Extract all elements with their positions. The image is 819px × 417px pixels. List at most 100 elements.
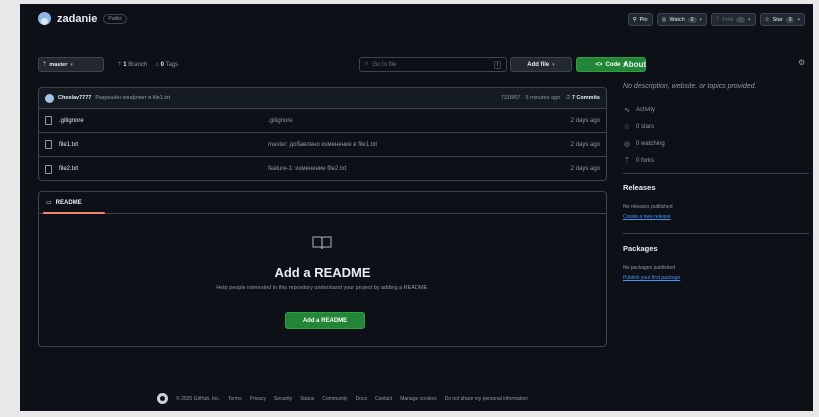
repo-actions: ⚲ Pin ◎ Watch 0 ▾ ᛘ Fork 0 ▾ ☆ Star 0 ▾ xyxy=(627,13,805,26)
tab-underline xyxy=(43,212,105,214)
github-logo-icon[interactable] xyxy=(157,393,168,404)
footer-link-terms[interactable]: Terms xyxy=(228,396,242,402)
file-commit-message[interactable]: feature-1: изменение file2.txt xyxy=(268,166,571,172)
tag-label: Tags xyxy=(165,61,179,68)
file-name[interactable]: .gitignore xyxy=(59,118,268,124)
readme-subtitle: Help people interested in this repositor… xyxy=(216,285,429,291)
latest-commit-row: Cheslav7777 Разрешён конфликт в file1.tx… xyxy=(39,88,606,109)
footer-link-contact[interactable]: Contact xyxy=(375,396,392,402)
footer-link-security[interactable]: Security xyxy=(274,396,292,402)
about-description: No description, website, or topics provi… xyxy=(623,83,757,90)
fork-icon: ᛘ xyxy=(716,16,720,23)
about-stats: ∿ Activity ☆ 0 stars ◎ 0 watching ᛘ 0 forks xyxy=(623,101,665,169)
branch-name: master xyxy=(49,61,68,68)
readme-tab-label: README xyxy=(55,199,82,206)
repo-name[interactable]: zadanie xyxy=(57,13,97,25)
file-list: Cheslav7777 Разрешён конфликт в file1.tx… xyxy=(38,87,607,181)
readme-title: Add a README xyxy=(274,265,371,280)
footer-link-status[interactable]: Status xyxy=(300,396,314,402)
star-icon: ☆ xyxy=(764,16,770,23)
footer-link-community[interactable]: Community xyxy=(322,396,347,402)
eye-icon: ◎ xyxy=(623,140,631,148)
file-date: 2 days ago xyxy=(570,166,600,172)
window-edge-left xyxy=(0,0,20,417)
commit-author[interactable]: Cheslav7777 xyxy=(58,95,91,101)
committer-avatar[interactable] xyxy=(45,93,54,103)
commit-meta: 7316f07 · 5 minutes ago ⏱ 7 Commits xyxy=(501,95,600,102)
tags-link[interactable]: ⌂ 0 Tags xyxy=(155,62,178,68)
star-button[interactable]: ☆ Star 0 ▾ xyxy=(759,13,805,26)
footer-link-do-not-share[interactable]: Do not share my personal information xyxy=(445,396,528,402)
publish-package-link[interactable]: Publish your first package xyxy=(623,275,680,281)
packages-heading[interactable]: Packages xyxy=(623,244,658,253)
releases-note: No releases published xyxy=(623,204,673,210)
file-icon xyxy=(45,116,52,125)
visibility-badge: Public xyxy=(103,13,127,24)
releases-heading[interactable]: Releases xyxy=(623,183,656,192)
window-edge-top xyxy=(0,0,819,4)
star-count: 0 xyxy=(785,16,795,23)
create-release-link[interactable]: Create a new release xyxy=(623,214,671,220)
sidebar-divider xyxy=(623,173,809,174)
branches-link[interactable]: ᛘ 1 Branch xyxy=(118,62,147,68)
footer-link-manage-cookies[interactable]: Manage cookies xyxy=(400,396,436,402)
file-date: 2 days ago xyxy=(570,117,600,124)
chevron-down-icon: ▾ xyxy=(699,16,703,23)
readme-tab[interactable]: ▭ README xyxy=(39,192,606,214)
add-file-button[interactable]: Add file ▾ xyxy=(510,57,572,72)
commits-link[interactable]: ⏱ 7 Commits xyxy=(566,95,600,102)
search-shortcut-key: t xyxy=(493,60,501,69)
book-icon xyxy=(312,236,332,250)
pin-button[interactable]: ⚲ Pin xyxy=(627,13,653,26)
watch-label: Watch xyxy=(669,16,685,23)
fork-label: Fork xyxy=(722,16,734,23)
footer-link-privacy[interactable]: Privacy xyxy=(250,396,266,402)
branch-select-button[interactable]: ᛘ master ▾ xyxy=(38,57,104,72)
chevron-down-icon: ▾ xyxy=(797,16,800,23)
file-date: 2 days ago xyxy=(570,141,600,148)
star-label: Star xyxy=(772,16,783,23)
fork-count: 0 xyxy=(736,16,746,23)
file-icon xyxy=(45,140,52,149)
window-edge-right xyxy=(813,0,819,417)
tag-icon: ⌂ xyxy=(155,61,159,68)
commit-hash-time[interactable]: 7316f07 · 5 minutes ago xyxy=(501,95,560,101)
chevron-down-icon: ▾ xyxy=(552,61,555,68)
file-name[interactable]: file2.txt xyxy=(59,166,268,172)
go-to-file-input[interactable]: ⌕ Go to file t xyxy=(359,57,507,72)
watching-link[interactable]: ◎ 0 watching xyxy=(623,135,665,152)
forks-link[interactable]: ᛘ 0 forks xyxy=(623,152,665,169)
branch-meta: ᛘ 1 Branch ⌂ 0 Tags xyxy=(118,57,178,72)
pin-label: Pin xyxy=(639,16,648,23)
search-placeholder: Go to file xyxy=(372,61,397,68)
owner-avatar[interactable] xyxy=(38,12,51,25)
forks-label: 0 forks xyxy=(636,157,655,164)
fork-button[interactable]: ᛘ Fork 0 ▾ xyxy=(711,13,756,26)
about-heading: About xyxy=(623,60,647,69)
stars-link[interactable]: ☆ 0 stars xyxy=(623,118,665,135)
activity-label: Activity xyxy=(636,106,656,113)
activity-link[interactable]: ∿ Activity xyxy=(623,101,665,118)
code-label: Code xyxy=(605,61,621,68)
book-icon: ▭ xyxy=(46,200,52,206)
watch-button[interactable]: ◎ Watch 0 ▾ xyxy=(656,13,708,26)
branch-label: Branch xyxy=(128,61,148,68)
commits-count: 7 Commits xyxy=(571,94,600,101)
file-name[interactable]: file1.txt xyxy=(59,142,268,148)
commit-message[interactable]: Разрешён конфликт в file1.txt xyxy=(95,95,170,101)
footer-copyright: © 2025 GitHub, Inc. xyxy=(176,395,220,402)
file-icon xyxy=(45,164,52,174)
gear-icon[interactable]: ⚙ xyxy=(798,58,805,67)
history-icon: ⏱ xyxy=(566,94,571,101)
file-row[interactable]: .gitignore .gitignore 2 days ago xyxy=(39,109,606,133)
eye-icon: ◎ xyxy=(661,16,667,23)
file-row[interactable]: file1.txt master: добавлено изменение в … xyxy=(39,133,606,157)
search-icon: ⌕ xyxy=(365,61,369,67)
file-commit-message[interactable]: master: добавлено изменение в file1.txt xyxy=(268,142,571,148)
add-readme-button[interactable]: Add a README xyxy=(285,312,365,329)
footer-link-docs[interactable]: Docs xyxy=(356,396,367,402)
file-commit-message[interactable]: .gitignore xyxy=(268,118,571,124)
chevron-down-icon: ▾ xyxy=(70,61,73,68)
branch-count: 1 xyxy=(123,61,127,68)
file-row[interactable]: file2.txt feature-1: изменение file2.txt… xyxy=(39,157,606,180)
